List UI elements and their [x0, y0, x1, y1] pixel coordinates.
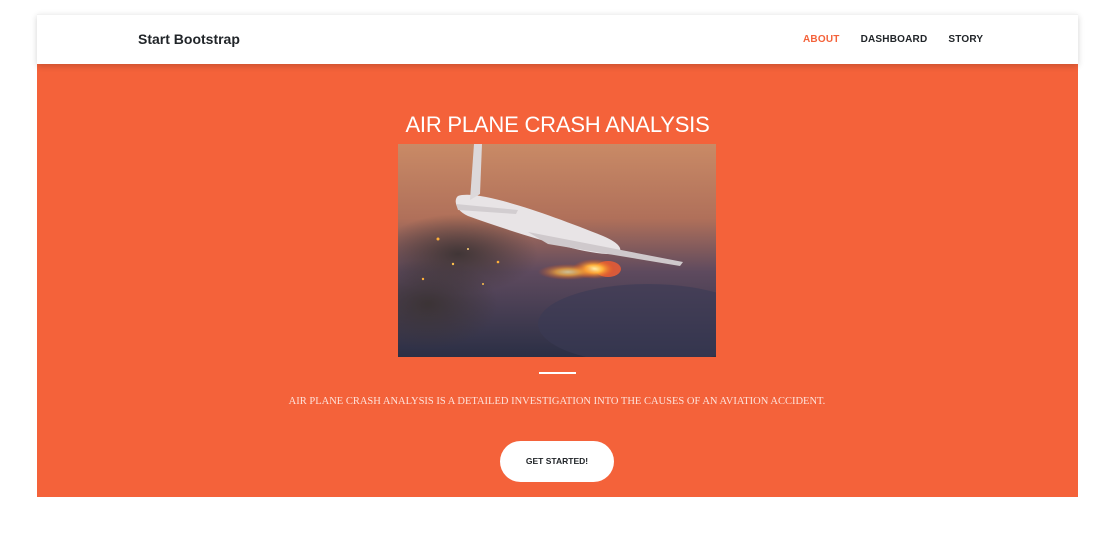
navbar: Start Bootstrap ABOUT DASHBOARD STORY — [37, 14, 1078, 64]
hero-divider — [539, 372, 576, 374]
hero-lead: AIR PLANE CRASH ANALYSIS IS A DETAILED I… — [288, 396, 826, 407]
nav-link-story[interactable]: STORY — [948, 34, 983, 45]
hero-title: AIR PLANE CRASH ANALYSIS — [405, 112, 710, 137]
burning-airplane-image — [398, 144, 716, 357]
page: Start Bootstrap ABOUT DASHBOARD STORY AI… — [0, 0, 1114, 533]
nav-link-about[interactable]: ABOUT — [803, 34, 840, 45]
get-started-button[interactable]: GET STARTED! — [500, 441, 614, 482]
hero-section: AIR PLANE CRASH ANALYSIS AIR PLANE CRASH… — [37, 63, 1078, 497]
nav-link-dashboard[interactable]: DASHBOARD — [861, 34, 928, 45]
nav-links: ABOUT DASHBOARD STORY — [803, 34, 1004, 45]
navbar-brand[interactable]: Start Bootstrap — [138, 31, 240, 47]
